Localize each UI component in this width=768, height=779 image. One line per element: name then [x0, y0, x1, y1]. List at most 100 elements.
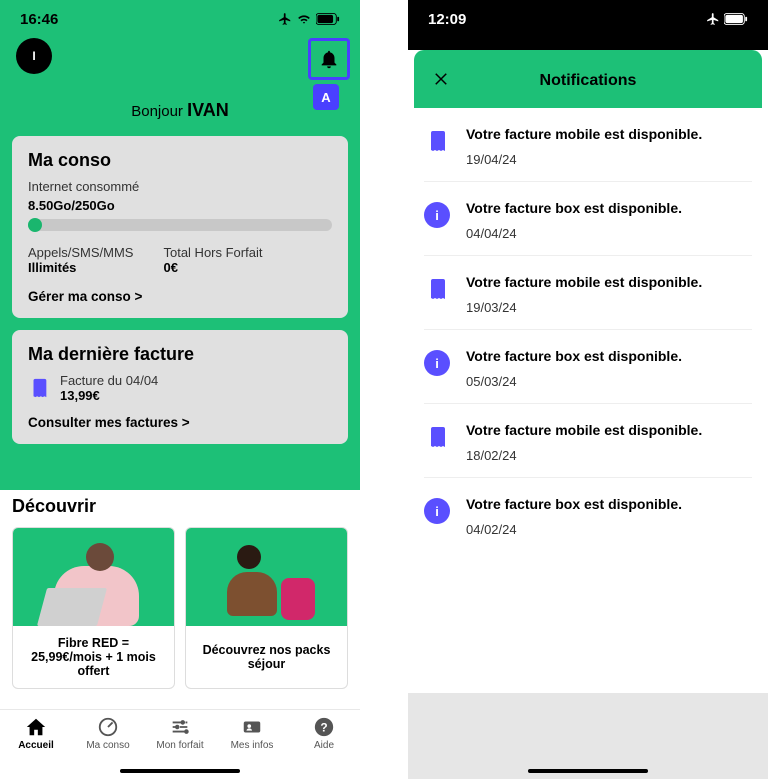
receipt-icon — [28, 377, 50, 399]
conso-internet-usage: 8.50Go/250Go — [28, 198, 332, 213]
conso-internet-label: Internet consommé — [28, 179, 332, 194]
home-icon — [25, 716, 47, 738]
notification-item[interactable]: i Votre facture box est disponible. 05/03/… — [424, 330, 752, 404]
wifi-icon — [296, 12, 312, 26]
gauge-icon — [97, 716, 119, 738]
status-icons — [278, 12, 340, 26]
battery-icon — [316, 13, 340, 25]
info-icon: i — [424, 350, 450, 376]
notification-message: Votre facture box est disponible. — [466, 348, 682, 364]
invoice-row: Facture du 04/04 13,99€ — [28, 373, 332, 403]
info-icon: i — [424, 202, 450, 228]
promo-packs-text: Découvrez nos packs séjour — [186, 626, 347, 688]
conso-manage-link[interactable]: Gérer ma conso > — [28, 289, 332, 304]
invoice-title: Ma dernière facture — [28, 344, 332, 365]
offplan-label: Total Hors Forfait — [163, 245, 262, 260]
tab-bar: Accueil Ma conso Mon forfait Mes infos ?… — [0, 709, 360, 779]
notifications-button[interactable] — [308, 38, 350, 80]
invoice-amount: 13,99€ — [60, 388, 158, 403]
notifications-header: Notifications — [414, 50, 762, 108]
status-bar: 12:09 — [408, 0, 768, 30]
notification-message: Votre facture mobile est disponible. — [466, 126, 702, 142]
invoice-link[interactable]: Consulter mes factures > — [28, 415, 332, 430]
notification-message: Votre facture mobile est disponible. — [466, 422, 702, 438]
notification-text: Votre facture box est disponible. 05/03/2… — [466, 348, 682, 389]
promo-row: Fibre RED = 25,99€/mois + 1 mois offert … — [12, 527, 348, 689]
airplane-icon — [706, 12, 720, 26]
status-time: 12:09 — [428, 11, 466, 28]
conso-title: Ma conso — [28, 150, 332, 171]
sliders-icon — [169, 716, 191, 738]
home-indicator — [120, 769, 240, 773]
header-row: I A — [0, 30, 360, 110]
status-time: 16:46 — [20, 11, 58, 28]
invoice-line1: Facture du 04/04 — [60, 373, 158, 388]
notification-date: 19/04/24 — [466, 152, 702, 167]
greeting-prefix: Bonjour — [131, 103, 183, 120]
conso-cols: Appels/SMS/MMS Illimités Total Hors Forf… — [28, 245, 332, 275]
notification-message: Votre facture mobile est disponible. — [466, 274, 702, 290]
notification-text: Votre facture mobile est disponible. 18/0… — [466, 422, 702, 463]
tab-infos[interactable]: Mes infos — [220, 716, 284, 751]
badge-a: A — [313, 84, 339, 110]
discover-title: Découvrir — [12, 496, 348, 517]
promo-fibre[interactable]: Fibre RED = 25,99€/mois + 1 mois offert — [12, 527, 175, 689]
offplan-value: 0€ — [163, 260, 262, 275]
notif-stack: A — [308, 38, 350, 110]
notification-item[interactable]: Votre facture mobile est disponible. 18/0… — [424, 404, 752, 478]
status-icons — [706, 12, 748, 26]
notification-item[interactable]: Votre facture mobile est disponible.19/0… — [424, 256, 752, 330]
promo-fibre-text: Fibre RED = 25,99€/mois + 1 mois offert — [13, 626, 174, 688]
promo-image-kid — [186, 528, 347, 626]
conso-progress — [28, 219, 332, 231]
header-area: 16:46 I A Bonjour IVAN Ma conso Internet… — [0, 0, 360, 490]
tab-aide-label: Aide — [314, 740, 334, 751]
bottom-gray-bar — [408, 693, 768, 779]
notifications-title: Notifications — [432, 72, 744, 90]
close-icon — [432, 70, 450, 88]
notification-date: 05/03/24 — [466, 374, 682, 389]
tab-conso[interactable]: Ma conso — [76, 716, 140, 751]
tab-infos-label: Mes infos — [231, 740, 274, 751]
avatar[interactable]: I — [16, 38, 52, 74]
notifications-list[interactable]: Votre facture mobile est disponible. 19/0… — [408, 108, 768, 551]
id-card-icon — [241, 716, 263, 738]
tab-forfait[interactable]: Mon forfait — [148, 716, 212, 751]
card-conso[interactable]: Ma conso Internet consommé 8.50Go/250Go … — [12, 136, 348, 318]
help-icon: ? — [313, 716, 335, 738]
card-invoice[interactable]: Ma dernière facture Facture du 04/04 13,… — [12, 330, 348, 444]
invoice-text: Facture du 04/04 13,99€ — [60, 373, 158, 403]
tab-aide[interactable]: ? Aide — [292, 716, 356, 751]
battery-icon — [724, 13, 748, 25]
notification-message: Votre facture box est disponible. — [466, 496, 682, 512]
notification-item[interactable]: i Votre facture box est disponible.04/04/… — [424, 182, 752, 256]
black-status-area: 12:09 — [408, 0, 768, 50]
notification-item[interactable]: Votre facture mobile est disponible. 19/0… — [424, 108, 752, 182]
notification-date: 04/04/24 — [466, 226, 682, 241]
tab-conso-label: Ma conso — [86, 740, 129, 751]
calls-label: Appels/SMS/MMS — [28, 245, 133, 260]
notification-item[interactable]: iVotre facture box est disponible.04/02/… — [424, 478, 752, 551]
screen-notifications: 12:09 Notifications Votre facture mobile… — [408, 0, 768, 779]
screen-home: 16:46 I A Bonjour IVAN Ma conso Internet… — [0, 0, 360, 779]
notification-date: 04/02/24 — [466, 522, 682, 537]
receipt-icon — [424, 424, 450, 450]
close-button[interactable] — [432, 70, 450, 93]
tab-accueil[interactable]: Accueil — [4, 716, 68, 751]
col-offplan: Total Hors Forfait 0€ — [163, 245, 262, 275]
home-indicator — [528, 769, 648, 773]
bell-icon — [318, 48, 340, 70]
greeting: Bonjour IVAN — [0, 100, 360, 121]
notification-date: 18/02/24 — [466, 448, 702, 463]
receipt-icon — [424, 276, 450, 302]
promo-packs[interactable]: Découvrez nos packs séjour — [185, 527, 348, 689]
greeting-name: IVAN — [187, 100, 229, 120]
tab-forfait-label: Mon forfait — [156, 740, 203, 751]
receipt-icon — [424, 128, 450, 154]
discover-section: Découvrir Fibre RED = 25,99€/mois + 1 mo… — [0, 490, 360, 689]
progress-thumb — [28, 218, 42, 232]
promo-image-laptop — [13, 528, 174, 626]
calls-value: Illimités — [28, 260, 133, 275]
notification-text: Votre facture box est disponible.04/04/2… — [466, 200, 682, 241]
status-bar: 16:46 — [0, 0, 360, 30]
